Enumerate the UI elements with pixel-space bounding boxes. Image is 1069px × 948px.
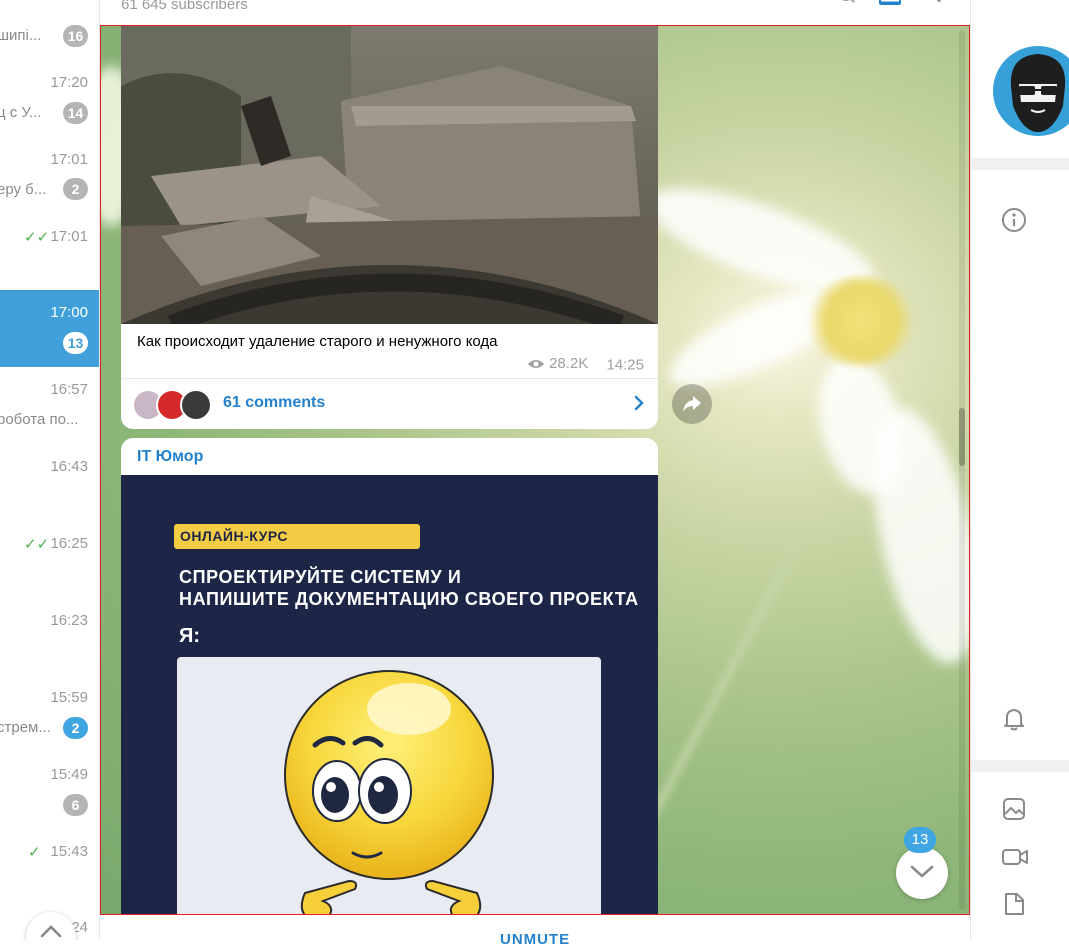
chat-preview: робота по... [0, 411, 79, 428]
message-meta: 28.2K 14:25 [527, 355, 644, 374]
channel-info-panel [970, 0, 1069, 940]
read-check-icon: ✓✓ [24, 536, 50, 553]
share-button[interactable] [672, 384, 712, 424]
chat-time: 16:43 [50, 458, 88, 475]
unread-badge: 2 [63, 178, 88, 200]
bearded-man-avatar-image [1010, 54, 1066, 132]
eye-icon [528, 359, 545, 368]
chat-header: 61 645 subscribers [100, 0, 970, 25]
chat-preview: стрем... [0, 719, 51, 736]
chat-list: шипі... 16 17:20 ц с У... 14 17:01 еру б… [0, 0, 100, 940]
chat-row[interactable]: 16:57 робота по... [0, 360, 99, 437]
chat-time: 17:01 [50, 228, 88, 245]
poster-emoji-card [177, 657, 601, 914]
chat-time: 15:49 [50, 766, 88, 783]
chevron-down-icon [910, 865, 934, 878]
scrollbar-thumb[interactable] [959, 408, 965, 466]
chat-row[interactable]: 17:20 ц с У... 14 [0, 52, 99, 129]
chat-time: 16:57 [50, 381, 88, 398]
avatar [180, 389, 212, 421]
messages-scrollbar[interactable] [959, 30, 965, 910]
info-icon[interactable] [1001, 207, 1027, 233]
chat-row[interactable]: ✓✓ 16:25 [0, 514, 99, 591]
message-image[interactable]: ОНЛАЙН-КУРС СПРОЕКТИРУЙТЕ СИСТЕМУ И НАПИ… [121, 475, 658, 914]
panel-divider [971, 760, 1069, 772]
chat-row[interactable]: 15:49 6 [0, 745, 99, 822]
poster-line-1: СПРОЕКТИРУЙТЕ СИСТЕМУ И [179, 567, 462, 587]
unread-badge: 16 [63, 25, 88, 47]
unread-badge: 6 [63, 794, 88, 816]
bell-icon[interactable] [1001, 706, 1027, 732]
chat-time: 15:59 [50, 689, 88, 706]
more-icon[interactable] [933, 0, 945, 6]
chat-time: 16:25 [50, 535, 88, 552]
chat-time: 16:23 [50, 612, 88, 629]
channel-avatar[interactable] [993, 46, 1069, 136]
subscriber-count: 61 645 subscribers [121, 0, 248, 13]
chat-time: 17:01 [50, 151, 88, 168]
views-counter: 28.2K [527, 355, 588, 372]
unread-badge: 2 [63, 717, 88, 739]
smiley-face-image [284, 670, 494, 914]
chevron-up-icon [40, 925, 62, 938]
chat-row[interactable]: 16:43 [0, 437, 99, 514]
chevron-right-icon [634, 395, 644, 411]
poster-tag-text: ОНЛАЙН-КУРС [180, 528, 288, 544]
chat-preview: еру б... [0, 181, 47, 198]
jump-to-bottom-button[interactable] [896, 847, 948, 899]
message-area: Как происходит удаление старого и ненужн… [100, 25, 970, 915]
message-bubble: IT Юмор ОНЛАЙН-КУРС СПРОЕКТИРУЙТЕ СИСТЕМ… [121, 438, 658, 914]
search-icon[interactable] [838, 0, 856, 6]
sender-name[interactable]: IT Юмор [137, 448, 203, 466]
unread-count-badge: 13 [904, 827, 936, 853]
chat-preview: шипі... [0, 27, 42, 44]
read-check-icon: ✓ [28, 844, 41, 861]
message-caption: Как происходит удаление старого и ненужн… [137, 333, 498, 350]
poster-line-2: НАПИШИТЕ ДОКУМЕНТАЦИЮ СВОЕГО ПРОЕКТА [179, 589, 639, 609]
unread-badge: 14 [63, 102, 88, 124]
chat-preview: ц с У... [0, 104, 42, 121]
chat-row[interactable]: 15:59 стрем... 2 [0, 668, 99, 745]
poster-line-3: Я: [179, 625, 201, 647]
chat-row[interactable]: ✓✓ 17:01 [0, 206, 99, 283]
views-count: 28.2K [549, 355, 589, 372]
chat-time: 15:43 [50, 843, 88, 860]
sidebar-toggle-icon[interactable] [879, 0, 901, 6]
unread-badge: 13 [63, 332, 88, 354]
chat-row[interactable]: 17:01 еру б... 2 [0, 129, 99, 206]
chat-row[interactable]: ✓ 15:43 [0, 822, 99, 899]
message-bubble: Как происходит удаление старого и ненужн… [121, 26, 658, 429]
comments-bar[interactable]: 61 comments [121, 378, 658, 429]
panel-divider [971, 158, 1069, 170]
share-icon [683, 396, 701, 412]
chat-row[interactable]: 16:23 [0, 591, 99, 668]
video-frame-image [121, 26, 658, 324]
wallpaper-flower-center [806, 276, 916, 366]
chat-row[interactable]: шипі... 16 [0, 0, 99, 52]
file-icon[interactable] [1001, 891, 1027, 917]
commenter-avatars [132, 389, 212, 421]
poster-tag: ОНЛАЙН-КУРС [174, 524, 420, 549]
chat-time: 17:20 [50, 74, 88, 91]
video-thumbnail[interactable] [121, 26, 658, 324]
message-time: 14:25 [606, 356, 644, 374]
read-check-icon: ✓✓ [24, 229, 50, 246]
chat-time: 17:00 [50, 304, 88, 321]
comments-link[interactable]: 61 comments [223, 394, 325, 412]
chat-row-active[interactable]: 17:00 13 [0, 290, 99, 367]
video-icon[interactable] [1001, 844, 1029, 870]
bottom-bar: UNMUTE [100, 915, 969, 948]
image-icon[interactable] [1001, 796, 1027, 822]
